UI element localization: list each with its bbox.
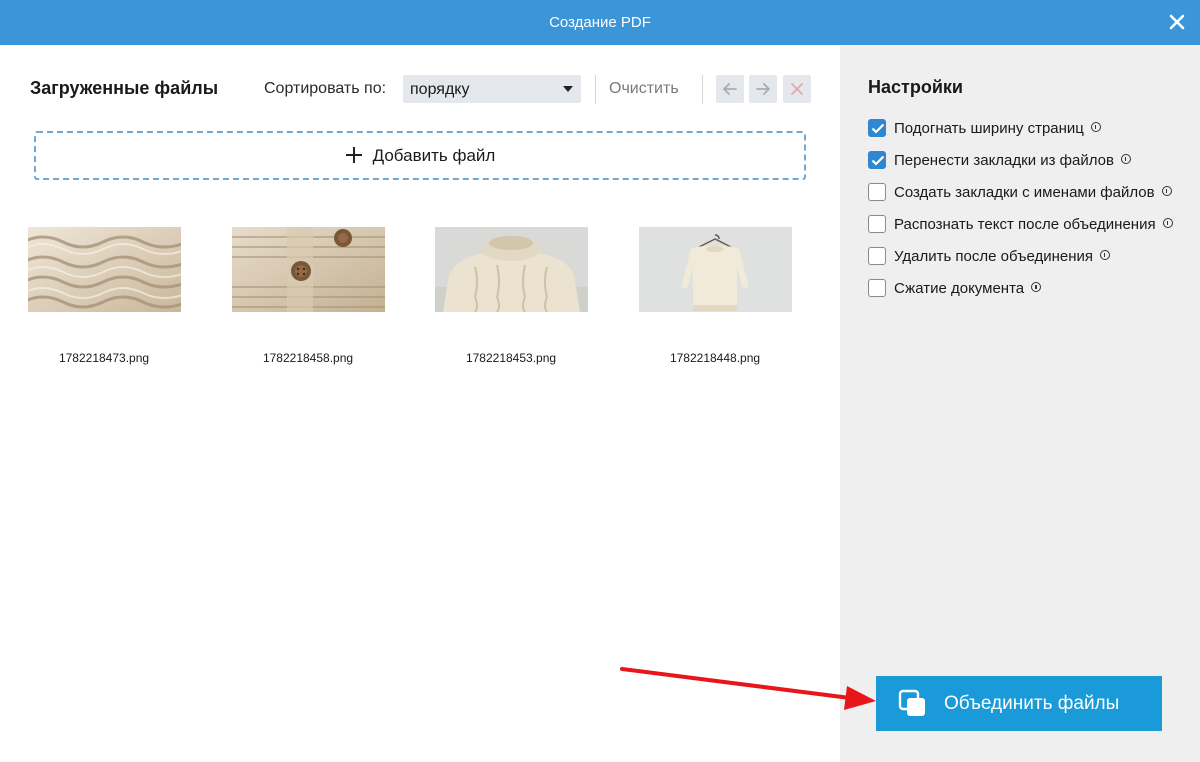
info-icon[interactable] xyxy=(1100,250,1111,260)
chevron-down-icon xyxy=(563,86,573,92)
file-name: 1782218458.png xyxy=(262,351,354,365)
sort-value: порядку xyxy=(410,81,470,98)
info-icon[interactable] xyxy=(1161,186,1172,196)
files-heading: Загруженные файлы xyxy=(30,78,219,98)
checkbox[interactable] xyxy=(868,183,886,201)
merge-files-button[interactable]: Объединить файлы xyxy=(876,676,1162,731)
checkbox[interactable] xyxy=(868,247,886,265)
move-right-button[interactable] xyxy=(749,75,777,103)
move-left-button[interactable] xyxy=(716,75,744,103)
checkbox[interactable] xyxy=(868,215,886,233)
option-label: Распознать текст после объединения xyxy=(894,216,1156,233)
settings-title: Настройки xyxy=(868,77,963,97)
file-thumbnail[interactable] xyxy=(639,227,792,312)
info-icon[interactable] xyxy=(1031,282,1042,292)
file-thumbnail[interactable] xyxy=(232,227,385,312)
checkbox[interactable] xyxy=(868,119,886,137)
option-label: Перенести закладки из файлов xyxy=(894,152,1114,169)
window-title: Создание PDF xyxy=(549,14,651,31)
settings-panel: Настройки Подогнать ширину страниц Перен… xyxy=(840,45,1200,762)
sort-label: Сортировать по: xyxy=(264,80,387,97)
file-name: 1782218473.png xyxy=(58,351,150,365)
arrow-right-icon xyxy=(756,83,770,95)
plus-icon xyxy=(345,146,363,169)
annotation-arrow-icon xyxy=(620,667,876,710)
info-icon[interactable] xyxy=(1120,154,1131,164)
checkbox[interactable] xyxy=(868,151,886,169)
clear-button[interactable]: Очистить xyxy=(609,80,679,98)
remove-file-button[interactable] xyxy=(783,75,811,103)
add-file-dropzone[interactable]: Добавить файл xyxy=(34,131,806,180)
merge-button-label: Объединить файлы xyxy=(944,693,1120,714)
file-name: 1782218453.png xyxy=(465,351,557,365)
option-label: Подогнать ширину страниц xyxy=(894,120,1084,137)
info-icon[interactable] xyxy=(1090,122,1101,132)
checkbox[interactable] xyxy=(868,279,886,297)
divider xyxy=(595,75,596,104)
delete-icon xyxy=(791,83,803,95)
merge-icon xyxy=(898,689,925,716)
sort-dropdown[interactable]: порядку xyxy=(403,75,581,103)
file-thumbnail[interactable] xyxy=(435,227,588,312)
file-thumbnail[interactable] xyxy=(28,227,181,312)
arrow-left-icon xyxy=(723,83,737,95)
add-file-label: Добавить файл xyxy=(372,146,496,165)
info-icon[interactable] xyxy=(1162,218,1173,228)
option-label: Сжатие документа xyxy=(894,280,1025,297)
close-icon[interactable] xyxy=(1166,11,1188,33)
divider xyxy=(702,75,703,104)
title-bar: Создание PDF xyxy=(0,0,1200,45)
option-label: Удалить после объединения xyxy=(894,248,1094,265)
file-name: 1782218448.png xyxy=(669,351,761,365)
option-label: Создать закладки с именами файлов xyxy=(894,184,1155,201)
